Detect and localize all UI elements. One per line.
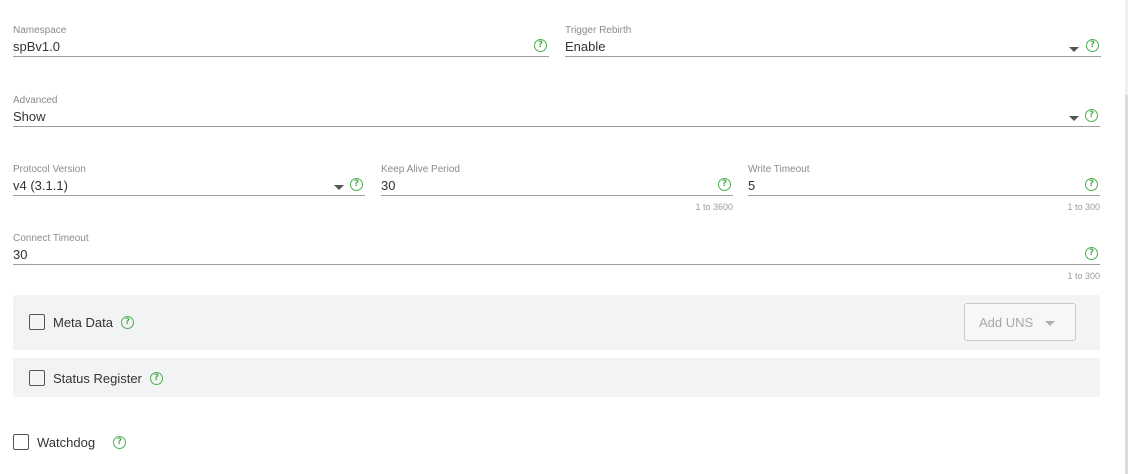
- connect-timeout-help-icon[interactable]: ?: [1085, 247, 1098, 260]
- protocol-version-underline: [13, 195, 365, 196]
- write-timeout-underline: [748, 195, 1100, 196]
- namespace-underline: [13, 56, 549, 57]
- meta-data-panel: Meta Data ? Add UNS: [13, 295, 1100, 350]
- connect-timeout-hint: 1 to 300: [1067, 271, 1100, 281]
- watchdog-checkbox[interactable]: [13, 434, 29, 450]
- trigger-rebirth-chevron-down-icon[interactable]: [1069, 47, 1079, 52]
- connect-timeout-underline: [13, 264, 1100, 265]
- keep-alive-period-hint: 1 to 3600: [695, 202, 733, 212]
- trigger-rebirth-help-icon[interactable]: ?: [1086, 39, 1099, 52]
- add-uns-chevron-down-icon: [1045, 321, 1055, 326]
- advanced-chevron-down-icon[interactable]: [1069, 116, 1079, 121]
- advanced-field[interactable]: Advanced Show ?: [13, 95, 1100, 135]
- keep-alive-period-help-icon[interactable]: ?: [718, 178, 731, 191]
- watchdog-label[interactable]: Watchdog: [37, 435, 95, 450]
- protocol-version-select[interactable]: v4 (3.1.1): [13, 178, 68, 193]
- write-timeout-input[interactable]: 5: [748, 178, 755, 193]
- advanced-select[interactable]: Show: [13, 109, 46, 124]
- meta-data-help-icon[interactable]: ?: [121, 316, 134, 329]
- write-timeout-help-icon[interactable]: ?: [1085, 178, 1098, 191]
- trigger-rebirth-select[interactable]: Enable: [565, 39, 605, 54]
- advanced-label: Advanced: [13, 95, 58, 106]
- status-register-checkbox[interactable]: [29, 370, 45, 386]
- namespace-help-icon[interactable]: ?: [534, 39, 547, 52]
- keep-alive-period-label: Keep Alive Period: [381, 164, 460, 175]
- status-register-panel: Status Register ?: [13, 358, 1100, 397]
- write-timeout-field[interactable]: Write Timeout 5 ? 1 to 300: [748, 164, 1100, 220]
- write-timeout-label: Write Timeout: [748, 164, 810, 175]
- advanced-help-icon[interactable]: ?: [1085, 109, 1098, 122]
- status-register-help-icon[interactable]: ?: [150, 372, 163, 385]
- add-uns-button[interactable]: Add UNS: [964, 303, 1076, 341]
- protocol-version-help-icon[interactable]: ?: [350, 178, 363, 191]
- keep-alive-period-input[interactable]: 30: [381, 178, 395, 193]
- protocol-version-chevron-down-icon[interactable]: [334, 185, 344, 190]
- connect-timeout-input[interactable]: 30: [13, 247, 27, 262]
- keep-alive-period-field[interactable]: Keep Alive Period 30 ? 1 to 3600: [381, 164, 733, 220]
- watchdog-help-icon[interactable]: ?: [113, 436, 126, 449]
- advanced-underline: [13, 126, 1100, 127]
- connect-timeout-field[interactable]: Connect Timeout 30 ? 1 to 300: [13, 233, 1100, 289]
- connect-timeout-label: Connect Timeout: [13, 233, 89, 244]
- keep-alive-period-underline: [381, 195, 733, 196]
- trigger-rebirth-field[interactable]: Trigger Rebirth Enable ?: [565, 25, 1101, 65]
- write-timeout-hint: 1 to 300: [1067, 202, 1100, 212]
- protocol-version-field[interactable]: Protocol Version v4 (3.1.1) ?: [13, 164, 365, 204]
- trigger-rebirth-underline: [565, 56, 1101, 57]
- meta-data-label[interactable]: Meta Data: [53, 315, 113, 330]
- protocol-version-label: Protocol Version: [13, 164, 86, 175]
- meta-data-checkbox[interactable]: [29, 314, 45, 330]
- namespace-field[interactable]: Namespace spBv1.0 ?: [13, 25, 549, 65]
- trigger-rebirth-label: Trigger Rebirth: [565, 25, 632, 36]
- namespace-label: Namespace: [13, 25, 67, 36]
- add-uns-label: Add UNS: [979, 315, 1034, 330]
- namespace-input[interactable]: spBv1.0: [13, 39, 60, 54]
- status-register-label[interactable]: Status Register: [53, 371, 142, 386]
